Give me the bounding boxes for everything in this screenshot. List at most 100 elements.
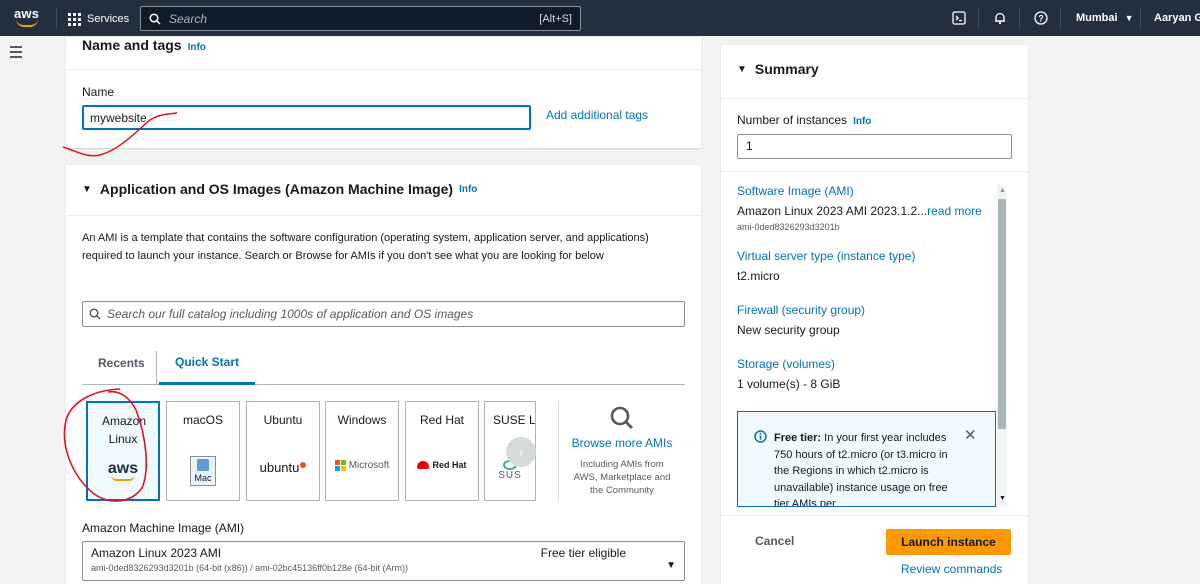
tab-recents[interactable]: Recents: [82, 341, 161, 385]
firewall-value: New security group: [737, 323, 840, 337]
services-menu[interactable]: Services: [68, 11, 129, 27]
instances-label: Number of instances: [737, 113, 848, 127]
red-hat-logo-icon: Red Hat: [406, 460, 478, 470]
help-icon[interactable]: ?: [1033, 10, 1049, 26]
free-tier-alert: Free tier: In your first year includes 7…: [737, 411, 996, 507]
aws-logo[interactable]: aws: [14, 7, 44, 29]
notifications-icon[interactable]: [992, 10, 1008, 26]
divider: [66, 69, 701, 70]
global-search-placeholder: Search: [169, 11, 208, 26]
ami-select[interactable]: Amazon Linux 2023 AMI Free tier eligible…: [82, 541, 685, 581]
ami-card-macos[interactable]: macOS Mac: [166, 401, 240, 501]
summary-header[interactable]: ▼ Summary: [737, 61, 819, 77]
name-label: Name: [82, 85, 115, 99]
mac-logo-icon: Mac: [167, 456, 239, 486]
storage-link[interactable]: Storage (volumes): [737, 357, 993, 371]
instances-label-row: Number of instances Info: [737, 113, 871, 127]
nav-divider: [1060, 8, 1061, 28]
ami-search-input[interactable]: Search our full catalog including 1000s …: [82, 301, 685, 327]
launch-instance-button[interactable]: Launch instance: [886, 529, 1011, 555]
ami-description: An AMI is a template that contains the s…: [82, 232, 649, 262]
name-tags-info-link[interactable]: Info: [188, 42, 206, 53]
browse-more-amis[interactable]: Browse more AMIs Including AMIs from AWS…: [558, 401, 685, 501]
divider: [721, 515, 1028, 516]
divider: [66, 215, 701, 216]
instance-type-value: t2.micro: [737, 269, 780, 283]
name-and-tags-panel: Name and tags Info Name mywebsite Add add…: [66, 36, 701, 148]
hamburger-menu-icon[interactable]: [10, 46, 22, 58]
cloudshell-icon[interactable]: [951, 10, 967, 26]
ami-card-red-hat[interactable]: Red Hat Red Hat: [405, 401, 479, 501]
ami-card-label: Windows: [337, 413, 387, 427]
scrollbar-thumb[interactable]: [998, 199, 1006, 429]
ami-card-label: macOS: [182, 413, 223, 427]
free-tier-message: Free tier: In your first year includes 7…: [774, 430, 962, 506]
instances-info-link[interactable]: Info: [853, 116, 871, 127]
instance-type-link[interactable]: Virtual server type (instance type): [737, 249, 993, 263]
region-selector[interactable]: Mumbai ▼: [1076, 12, 1134, 24]
browse-description: Including AMIs from AWS, Marketplace and…: [573, 459, 671, 496]
ami-id: ami-0ded8326293d3201b: [737, 222, 840, 232]
close-icon[interactable]: ✕: [964, 426, 977, 444]
browse-more-amis-link[interactable]: Browse more AMIs: [559, 436, 685, 450]
caret-down-icon: ▼: [666, 560, 676, 571]
ami-card-amazon-linux[interactable]: Amazon Linux aws: [86, 401, 160, 501]
ami-info-link[interactable]: Info: [459, 184, 477, 195]
cancel-button[interactable]: Cancel: [755, 534, 794, 548]
microsoft-logo-icon: Microsoft: [326, 460, 398, 471]
account-menu[interactable]: Aaryan Gu: [1154, 12, 1200, 24]
ami-name: Amazon Linux 2023 AMI: [91, 546, 222, 560]
divider: [721, 171, 1028, 172]
add-additional-tags-link[interactable]: Add additional tags: [546, 108, 648, 122]
summary-panel: ▼ Summary Number of instances Info 1 Soft…: [721, 44, 1028, 584]
search-icon: [89, 308, 101, 320]
region-label: Mumbai: [1076, 12, 1118, 24]
chevron-down-icon: ▼: [1124, 13, 1134, 23]
software-image-row: Amazon Linux 2023 AMI 2023.1.2...read mo…: [737, 204, 993, 218]
info-icon: [754, 430, 767, 443]
review-commands-link[interactable]: Review commands: [901, 562, 1002, 576]
ami-label: Amazon Machine Image (AMI): [82, 521, 245, 535]
caret-down-icon: ▼: [737, 63, 747, 75]
ami-header[interactable]: ▼ Application and OS Images (Amazon Mach…: [82, 181, 477, 197]
ami-card-label: Ubuntu: [263, 413, 303, 427]
tab-quick-start[interactable]: Quick Start: [159, 341, 256, 385]
caret-down-icon: ▼: [82, 183, 92, 195]
nav-divider: [56, 8, 57, 28]
free-tier-title: Free tier:: [774, 432, 822, 444]
services-grid-icon: [68, 12, 81, 26]
search-icon: [149, 12, 161, 25]
ami-search-placeholder: Search our full catalog including 1000s …: [107, 307, 474, 321]
name-input[interactable]: mywebsite: [82, 105, 531, 130]
top-navigation: aws Services Search [Alt+S] ? Mumbai ▼ A…: [0, 0, 1200, 36]
instances-input[interactable]: 1: [737, 134, 1012, 159]
firewall-link[interactable]: Firewall (security group): [737, 303, 993, 317]
name-tags-title: Name and tags: [82, 37, 182, 53]
software-image-value: Amazon Linux 2023 AMI 2023.1.2...: [737, 204, 928, 218]
chevron-right-icon[interactable]: ›: [506, 437, 536, 467]
ami-card-ubuntu[interactable]: Ubuntu ubuntu: [246, 401, 320, 501]
nav-divider: [1140, 8, 1141, 28]
summary-title: Summary: [754, 61, 819, 77]
software-image-link[interactable]: Software Image (AMI): [737, 184, 993, 198]
scroll-up-icon[interactable]: ▲: [999, 187, 1006, 194]
svg-text:?: ?: [1038, 14, 1044, 24]
free-tier-eligible-badge: Free tier eligible: [540, 546, 626, 560]
ami-card-label: Amazon Linux: [102, 414, 147, 446]
services-label: Services: [87, 13, 130, 25]
summary-scrollbar[interactable]: ▲ ▼: [997, 185, 1007, 507]
search-shortcut: [Alt+S]: [539, 12, 572, 25]
name-tags-header: Name and tags Info: [82, 37, 206, 53]
aws-smile-icon: [16, 19, 38, 27]
search-icon: [610, 406, 634, 430]
read-more-link[interactable]: read more: [927, 204, 982, 218]
ami-card-windows[interactable]: Windows Microsoft: [325, 401, 399, 501]
nav-divider: [978, 8, 979, 28]
global-search-input[interactable]: Search [Alt+S]: [140, 6, 581, 31]
divider: [721, 98, 1028, 99]
storage-value: 1 volume(s) - 8 GiB: [737, 377, 841, 391]
scroll-down-icon[interactable]: ▼: [999, 495, 1006, 502]
ami-title: Application and OS Images (Amazon Machin…: [99, 181, 454, 197]
ami-panel: ▼ Application and OS Images (Amazon Mach…: [66, 164, 701, 584]
summary-details: Software Image (AMI) Amazon Linux 2023 A…: [737, 184, 993, 391]
